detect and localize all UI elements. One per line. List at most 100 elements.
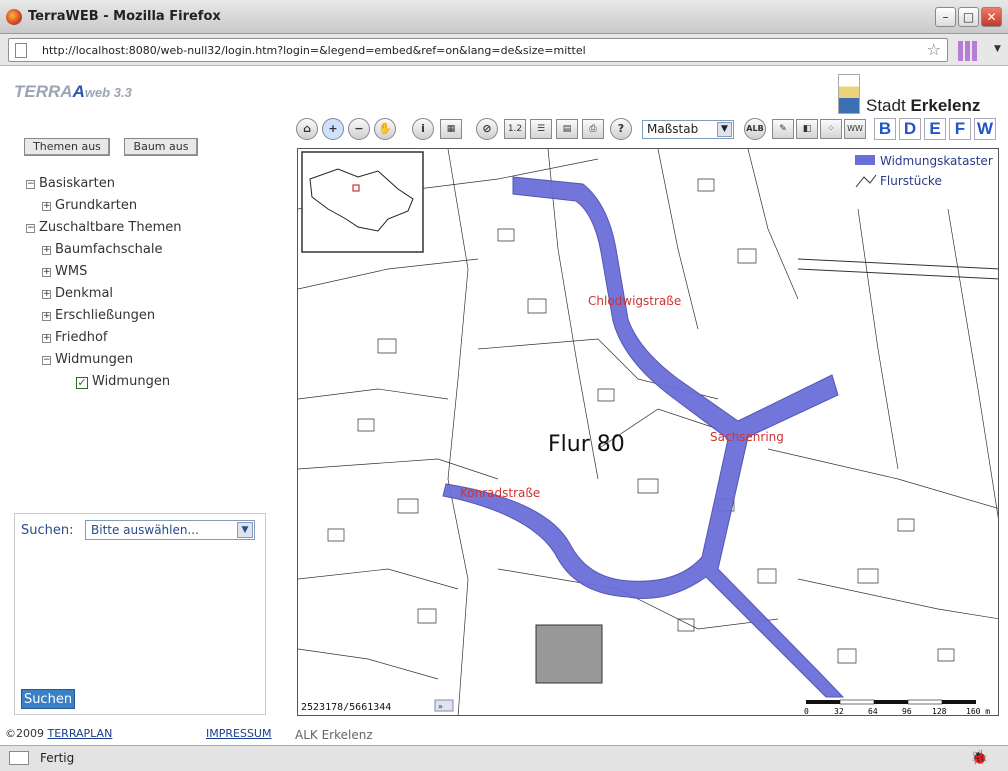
status-bar: Fertig 🐞	[0, 745, 1008, 771]
legend-label-widmung: Widmungskataster	[880, 154, 993, 168]
measure-icon[interactable]: 1.2	[504, 119, 526, 139]
clear-icon[interactable]: ⊘	[476, 118, 498, 140]
home-icon[interactable]: ⌂	[296, 118, 318, 140]
letter-d-button[interactable]: D	[899, 118, 921, 140]
info-icon[interactable]: i	[412, 118, 434, 140]
tree-node[interactable]: + WMS	[42, 264, 87, 282]
tree-node[interactable]: − Basiskarten	[26, 176, 115, 194]
close-button[interactable]: ✕	[981, 7, 1002, 27]
city-crest-icon	[838, 74, 860, 114]
terraweb-logo: TERRAAweb 3.3	[14, 82, 132, 101]
tree-node-label: Widmungen	[55, 352, 134, 367]
tree-node[interactable]: + Erschließungen	[42, 308, 155, 326]
chevron-down-icon[interactable]: ▼	[717, 122, 732, 137]
collapse-icon[interactable]: −	[26, 180, 35, 189]
collapse-icon[interactable]: −	[26, 224, 35, 233]
legend-label-flurstuecke: Flurstücke	[880, 174, 942, 188]
menu-dropdown-icon[interactable]: ▼	[994, 44, 1001, 54]
eraser-icon[interactable]: ◧	[796, 119, 818, 139]
expand-icon[interactable]: +	[42, 290, 51, 299]
alb-button[interactable]: ALB	[744, 118, 766, 140]
scale-tick: 160 m	[966, 707, 990, 716]
expand-icon[interactable]: +	[42, 334, 51, 343]
ww-icon[interactable]: WW	[844, 119, 866, 139]
street-label-konrad: Konradstraße	[460, 486, 540, 500]
tree-node-label: Basiskarten	[39, 176, 115, 191]
scale-bar: 0 32 64 96 128 160 m	[803, 699, 995, 716]
tree-node-label: Friedhof	[55, 330, 108, 345]
tree-node-label: WMS	[55, 264, 88, 279]
street-label-chlodwig: Chlodwigstraße	[588, 294, 681, 308]
legend-icon[interactable]: ☰	[530, 119, 552, 139]
url-text[interactable]: http://localhost:8080/web-null32/login.h…	[42, 44, 586, 57]
tree-node[interactable]: + Grundkarten	[42, 198, 137, 216]
select-icon[interactable]: ▦	[440, 119, 462, 139]
help-icon[interactable]: ?	[610, 118, 632, 140]
coords-readout: 2523178/5661344	[301, 702, 391, 713]
themen-aus-button[interactable]: Themen aus	[24, 138, 110, 156]
tree-node[interactable]: + Friedhof	[42, 330, 108, 348]
window-title: TerraWEB - Mozilla Firefox	[28, 9, 221, 24]
scale-tick: 0	[804, 707, 809, 716]
letter-f-button[interactable]: F	[949, 118, 971, 140]
layers-icon[interactable]: ▤	[556, 119, 578, 139]
search-button[interactable]: Suchen	[21, 689, 75, 709]
tree-node-label: Baumfachschale	[55, 242, 163, 257]
tree-node-label: Grundkarten	[55, 198, 138, 213]
baum-aus-button[interactable]: Baum aus	[124, 138, 198, 156]
firefox-icon	[6, 9, 22, 25]
tree-node[interactable]: + Denkmal	[42, 286, 113, 304]
collapse-icon[interactable]: −	[42, 356, 51, 365]
pan-hand-icon[interactable]: ✋	[374, 118, 396, 140]
pen-icon[interactable]: ✎	[772, 119, 794, 139]
tree-node[interactable]: + Baumfachschale	[42, 242, 162, 260]
flur-label: Flur 80	[548, 432, 625, 457]
scale-tick: 128	[932, 707, 947, 716]
status-text: Fertig	[40, 751, 75, 765]
expand-icon[interactable]: +	[42, 268, 51, 277]
tree-node[interactable]: − Zuschaltbare Themen	[26, 220, 181, 238]
impressum-link[interactable]: IMPRESSUM	[206, 727, 271, 740]
addon-grid-icon[interactable]	[958, 41, 978, 61]
tree-node[interactable]: − Widmungen	[42, 352, 133, 370]
layer-checkbox[interactable]: ✓	[76, 377, 88, 389]
status-page-icon	[9, 751, 29, 765]
letter-e-button[interactable]: E	[924, 118, 946, 140]
tree-node-label: Denkmal	[55, 286, 114, 301]
navigation-bar: http://localhost:8080/web-null32/login.h…	[0, 34, 1008, 66]
letter-b-button[interactable]: B	[874, 118, 896, 140]
letter-w-button[interactable]: W	[974, 118, 996, 140]
scale-select[interactable]: Maßstab ▼	[642, 120, 734, 139]
search-select[interactable]: Bitte auswählen... ▼	[85, 520, 255, 540]
scale-tick: 32	[834, 707, 844, 716]
footer-copyright: ©2009 TERRAPLAN	[5, 727, 113, 740]
zoom-in-icon[interactable]: +	[322, 118, 344, 140]
expand-icon[interactable]: +	[42, 246, 51, 255]
footer-impressum: IMPRESSUM	[206, 727, 271, 740]
map-view[interactable]: Chlodwigstraße Sachsenring Konradstraße …	[297, 148, 999, 716]
print-icon[interactable]: ⎙	[582, 119, 604, 139]
window-titlebar: TerraWEB - Mozilla Firefox – □ ✕	[0, 0, 1008, 34]
search-panel: Suchen: Bitte auswählen... ▼ Suchen	[14, 513, 266, 715]
cadastral-map[interactable]: Chlodwigstraße Sachsenring Konradstraße …	[298, 149, 999, 716]
legend-swatch-widmung	[855, 155, 875, 165]
scale-tick: 64	[868, 707, 878, 716]
search-label: Suchen:	[21, 523, 74, 538]
tree-node[interactable]: ✓ Widmungen	[76, 374, 170, 392]
tree-node-label: Widmungen	[92, 374, 171, 389]
terraplan-link[interactable]: TERRAPLAN	[48, 727, 113, 740]
grid-points-icon[interactable]: ⁘	[820, 119, 842, 139]
maximize-button[interactable]: □	[958, 7, 979, 27]
tree-node-label: Erschließungen	[55, 308, 156, 323]
expand-icon[interactable]: +	[42, 202, 51, 211]
street-label-sachsenring: Sachsenring	[710, 430, 784, 444]
expand-icon[interactable]: +	[42, 312, 51, 321]
large-building	[535, 624, 603, 684]
zoom-out-icon[interactable]: −	[348, 118, 370, 140]
bookmark-star-icon[interactable]: ☆	[927, 40, 941, 59]
coords-toggle-glyph: »	[438, 702, 443, 711]
firebug-bug-icon[interactable]: 🐞	[971, 750, 988, 766]
url-bar[interactable]: http://localhost:8080/web-null32/login.h…	[8, 38, 948, 62]
minimize-button[interactable]: –	[935, 7, 956, 27]
chevron-down-icon[interactable]: ▼	[237, 522, 253, 538]
